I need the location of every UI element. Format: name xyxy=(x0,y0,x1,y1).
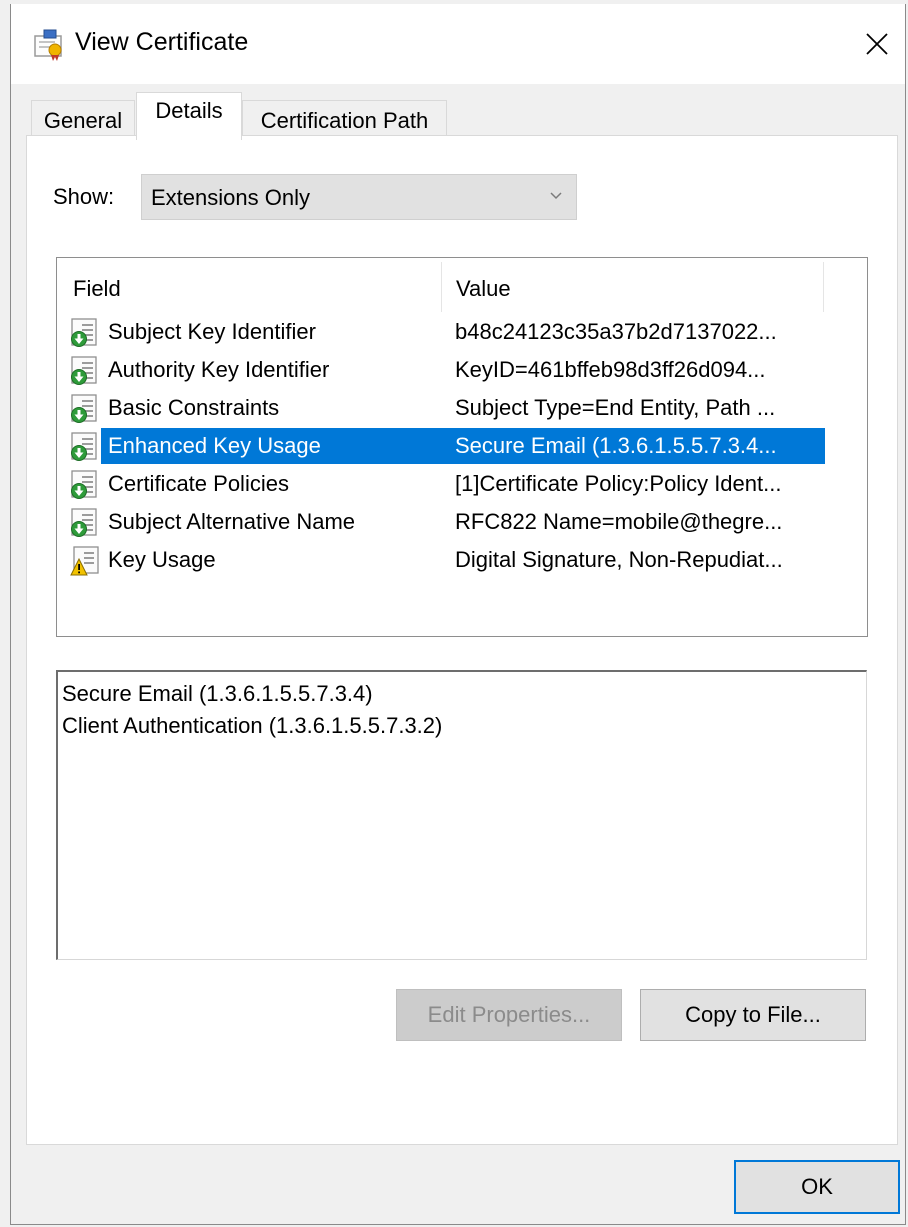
certificate-extension-icon xyxy=(71,318,97,347)
field-value: KeyID=461bffeb98d3ff26d094... xyxy=(455,357,766,382)
list-row[interactable]: Certificate Policies [1]Certificate Polic… xyxy=(57,466,825,502)
list-row[interactable]: Subject Key Identifier b48c24123c35a37b2d… xyxy=(57,314,825,350)
field-name: Enhanced Key Usage xyxy=(108,433,321,458)
details-tab-panel: Show: Extensions Only Field Value Subjec… xyxy=(26,135,898,1145)
field-value: Digital Signature, Non-Repudiat... xyxy=(455,547,783,572)
edit-properties-label: Edit Properties... xyxy=(427,1002,591,1027)
tab-details[interactable]: Details xyxy=(136,92,242,140)
column-separator xyxy=(823,262,824,312)
certificate-extension-icon xyxy=(71,394,97,423)
critical-extension-warning-icon xyxy=(70,546,99,576)
field-detail-box[interactable]: Secure Email (1.3.6.1.5.5.7.3.4) Client … xyxy=(56,670,867,960)
list-row[interactable]: Enhanced Key Usage Secure Email (1.3.6.1.… xyxy=(57,428,825,464)
close-button[interactable] xyxy=(849,18,905,70)
show-dropdown[interactable]: Extensions Only xyxy=(141,174,577,220)
tab-certification-path-label: Certification Path xyxy=(260,107,429,133)
field-value: b48c24123c35a37b2d7137022... xyxy=(455,319,777,344)
certificate-icon xyxy=(34,29,62,61)
field-value: [1]Certificate Policy:Policy Ident... xyxy=(455,471,782,496)
list-row[interactable]: Authority Key Identifier KeyID=461bffeb98… xyxy=(57,352,825,388)
edit-properties-button[interactable]: Edit Properties... xyxy=(396,989,622,1041)
show-dropdown-value: Extensions Only xyxy=(151,185,310,210)
detail-line: Client Authentication (1.3.6.1.5.5.7.3.2… xyxy=(62,713,443,738)
certificate-extension-icon xyxy=(71,432,97,461)
field-name: Key Usage xyxy=(108,547,216,572)
tab-certification-path[interactable]: Certification Path xyxy=(242,100,447,140)
list-row[interactable]: Key Usage Digital Signature, Non-Repudiat… xyxy=(57,542,825,578)
field-name: Basic Constraints xyxy=(108,395,280,420)
ok-button[interactable]: OK xyxy=(734,1160,900,1214)
tab-details-label: Details xyxy=(155,97,223,123)
chevron-down-icon xyxy=(550,192,562,200)
tab-general-label: General xyxy=(43,107,123,133)
certificate-extension-icon xyxy=(71,356,97,385)
field-name: Certificate Policies xyxy=(108,471,289,496)
ok-label: OK xyxy=(801,1174,833,1199)
close-icon xyxy=(866,33,888,55)
field-name: Subject Alternative Name xyxy=(108,509,356,534)
field-name: Subject Key Identifier xyxy=(108,319,316,344)
list-row[interactable]: Basic Constraints Subject Type=End Entity… xyxy=(57,390,825,426)
title-bar: View Certificate xyxy=(11,4,905,84)
list-row[interactable]: Subject Alternative Name RFC822 Name=mobi… xyxy=(57,504,825,540)
column-header-field[interactable]: Field xyxy=(73,276,121,302)
view-certificate-window: View Certificate General Details Certifi… xyxy=(10,4,906,1225)
tab-general[interactable]: General xyxy=(31,100,135,140)
copy-to-file-label: Copy to File... xyxy=(685,1002,821,1027)
field-value: Secure Email (1.3.6.1.5.5.7.3.4... xyxy=(455,433,777,458)
show-label: Show: xyxy=(53,184,115,209)
column-header-value[interactable]: Value xyxy=(456,276,511,302)
fields-list[interactable]: Field Value Subject Key Identifier b48c24… xyxy=(56,257,868,637)
certificate-extension-icon xyxy=(71,470,97,499)
copy-to-file-button[interactable]: Copy to File... xyxy=(640,989,866,1041)
window-title: View Certificate xyxy=(75,28,249,56)
certificate-extension-icon xyxy=(71,508,97,537)
column-separator[interactable] xyxy=(441,262,442,312)
detail-line: Secure Email (1.3.6.1.5.5.7.3.4) xyxy=(62,681,373,706)
field-name: Authority Key Identifier xyxy=(108,357,330,382)
field-value: Subject Type=End Entity, Path ... xyxy=(455,395,776,420)
field-value: RFC822 Name=mobile@thegre... xyxy=(455,509,783,534)
